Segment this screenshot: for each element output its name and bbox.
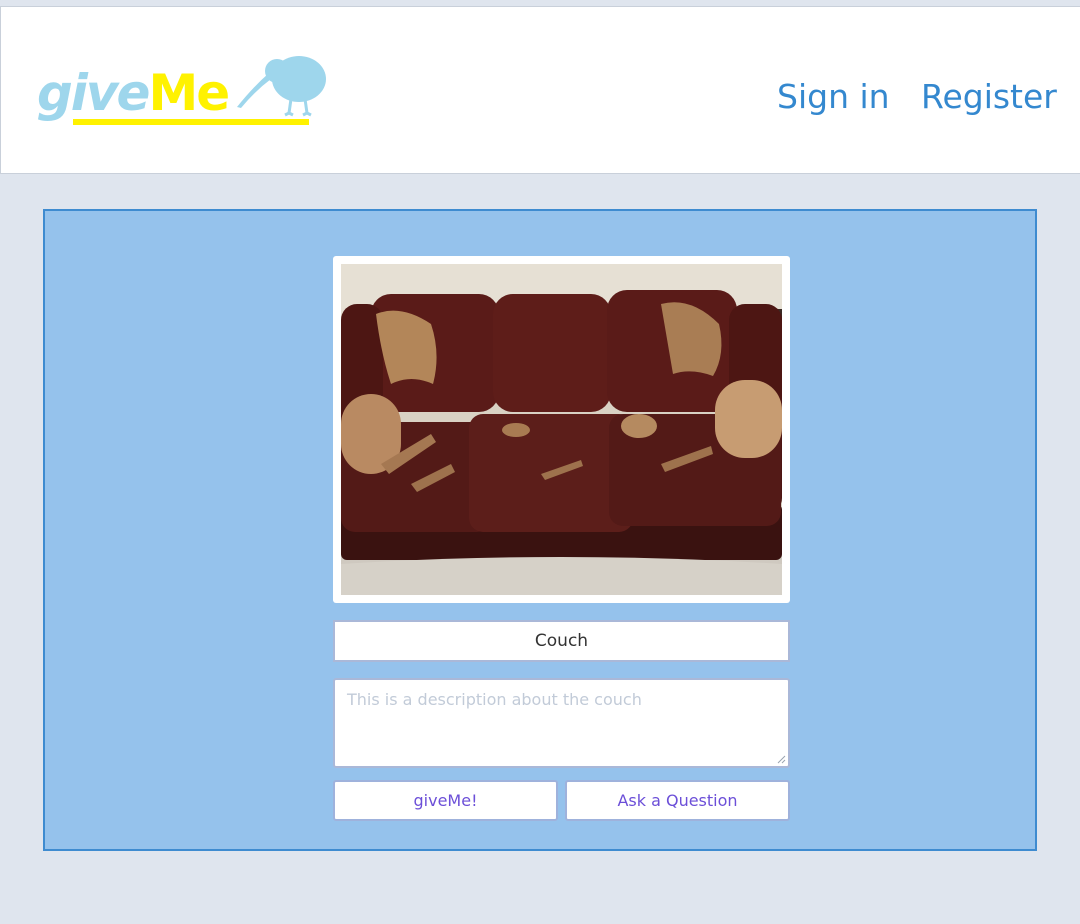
item-panel: Couch This is a description about the co… — [43, 209, 1037, 851]
item-photo-frame — [333, 256, 790, 603]
site-logo[interactable]: giveMe — [37, 51, 329, 129]
item-description-textarea[interactable]: This is a description about the couch — [333, 678, 790, 768]
logo-me: Me — [148, 64, 230, 122]
item-photo — [341, 264, 782, 595]
item-title-field[interactable]: Couch — [333, 620, 790, 662]
site-header: giveMe Sign in Register — [0, 6, 1080, 174]
logo-wordmark: giveMe — [37, 64, 230, 122]
giveme-button[interactable]: giveMe! — [333, 780, 558, 821]
nav-register-link[interactable]: Register — [921, 77, 1057, 117]
logo-give: give — [37, 64, 150, 122]
ask-question-button[interactable]: Ask a Question — [565, 780, 790, 821]
kiwi-bird-icon — [237, 56, 326, 117]
textarea-resize-grip-icon[interactable] — [776, 754, 786, 764]
nav-sign-in-link[interactable]: Sign in — [777, 77, 890, 117]
